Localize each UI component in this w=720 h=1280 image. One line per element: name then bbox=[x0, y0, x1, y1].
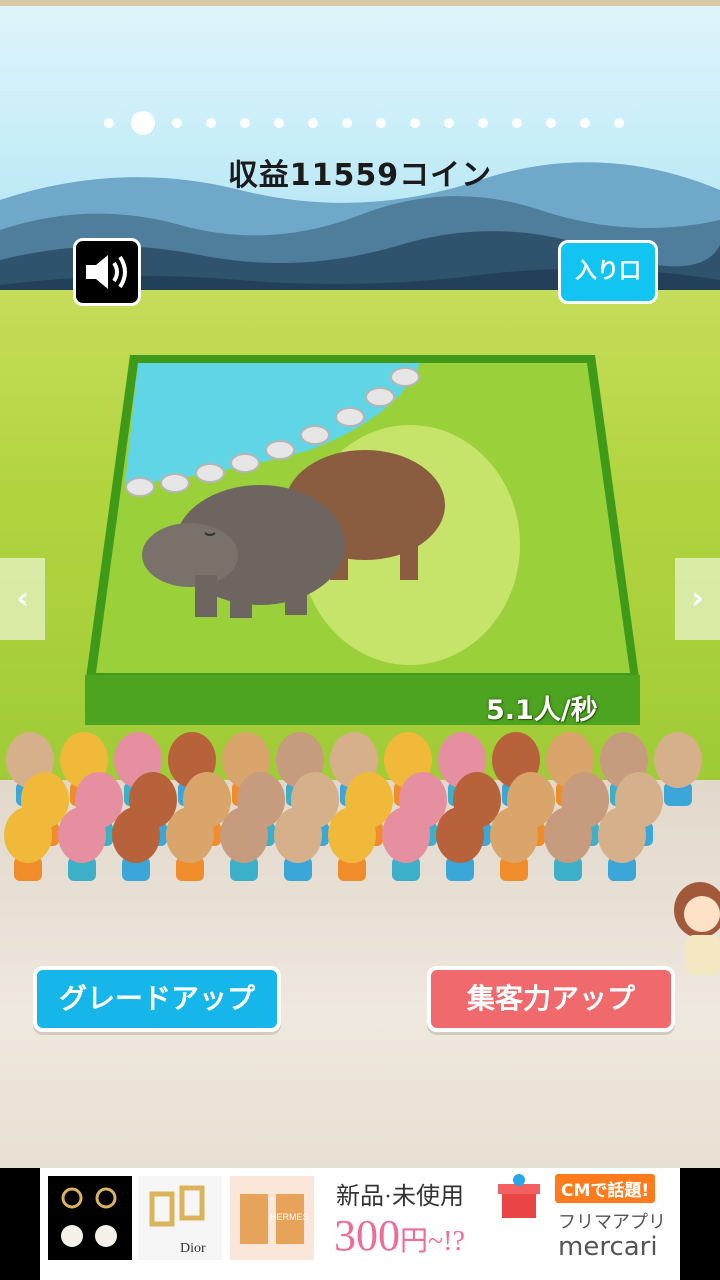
page-dot bbox=[172, 118, 182, 128]
page-indicator bbox=[0, 110, 720, 136]
page-dot bbox=[274, 118, 284, 128]
entrance-button[interactable]: 入り口 bbox=[558, 240, 658, 304]
page-dot bbox=[478, 118, 488, 128]
ad-subtitle: フリマアプリ bbox=[558, 1212, 666, 1233]
walking-visitor bbox=[674, 882, 720, 975]
page-dot bbox=[410, 118, 420, 128]
gift-box-icon bbox=[498, 1174, 540, 1218]
crowd-visitor bbox=[328, 807, 376, 881]
crowd-visitor bbox=[58, 807, 106, 881]
ad-price: 300円~!? bbox=[334, 1210, 465, 1261]
sound-toggle-button[interactable] bbox=[73, 238, 141, 306]
ad-price-suffix: 円~!? bbox=[400, 1226, 465, 1257]
ad-headline: 新品·未使用 bbox=[336, 1184, 464, 1210]
page-dot bbox=[614, 118, 624, 128]
crowd-visitor bbox=[436, 807, 484, 881]
visitor-crowd bbox=[4, 732, 702, 881]
ad-badge: CMで話題! bbox=[555, 1174, 656, 1203]
ad-thumb-hermes-label: HERMES bbox=[270, 1212, 309, 1222]
crowd-visitor bbox=[382, 807, 430, 881]
prev-enclosure-button[interactable]: ‹ bbox=[0, 558, 45, 640]
page-dot bbox=[342, 118, 352, 128]
page-dot bbox=[546, 118, 556, 128]
page-dot bbox=[580, 118, 590, 128]
page-dot bbox=[376, 118, 386, 128]
ad-thumb-earrings bbox=[48, 1176, 132, 1260]
crowd-visitor bbox=[274, 807, 322, 881]
page-dot bbox=[206, 118, 216, 128]
page-dot bbox=[240, 118, 250, 128]
ad-price-value: 300 bbox=[334, 1211, 400, 1260]
speaker-icon bbox=[86, 255, 127, 289]
crowd-visitor bbox=[4, 807, 52, 881]
crowd-visitor bbox=[598, 807, 646, 881]
page-dot bbox=[512, 118, 522, 128]
income-counter: 収益11559コイン bbox=[227, 158, 493, 193]
page-dot bbox=[444, 118, 454, 128]
page-dot bbox=[308, 118, 318, 128]
hippo-enclosure[interactable] bbox=[80, 355, 645, 730]
attract-customers-button[interactable]: 集客力アップ bbox=[427, 966, 675, 1032]
crowd-visitor bbox=[112, 807, 160, 881]
page-dot bbox=[104, 118, 114, 128]
ad-thumb-dior: Dior bbox=[138, 1176, 222, 1260]
crowd-visitor bbox=[490, 807, 538, 881]
ad-brand-logo: mercari bbox=[558, 1232, 658, 1262]
crowd-visitor bbox=[166, 807, 214, 881]
page-dot bbox=[131, 111, 155, 135]
ad-thumb-dior-label: Dior bbox=[180, 1241, 206, 1256]
crowd-visitor bbox=[544, 807, 592, 881]
ad-banner[interactable]: Dior HERMES 新品·未使用 300円~!? CMで話題! フリマアプリ… bbox=[0, 1168, 720, 1280]
next-enclosure-button[interactable]: › bbox=[675, 558, 720, 640]
ad-thumb-hermes: HERMES bbox=[230, 1176, 314, 1260]
crowd-visitor bbox=[220, 807, 268, 881]
upgrade-button[interactable]: グレードアップ bbox=[33, 966, 281, 1032]
ad-content[interactable]: Dior HERMES 新品·未使用 300円~!? CMで話題! フリマアプリ… bbox=[40, 1168, 680, 1280]
